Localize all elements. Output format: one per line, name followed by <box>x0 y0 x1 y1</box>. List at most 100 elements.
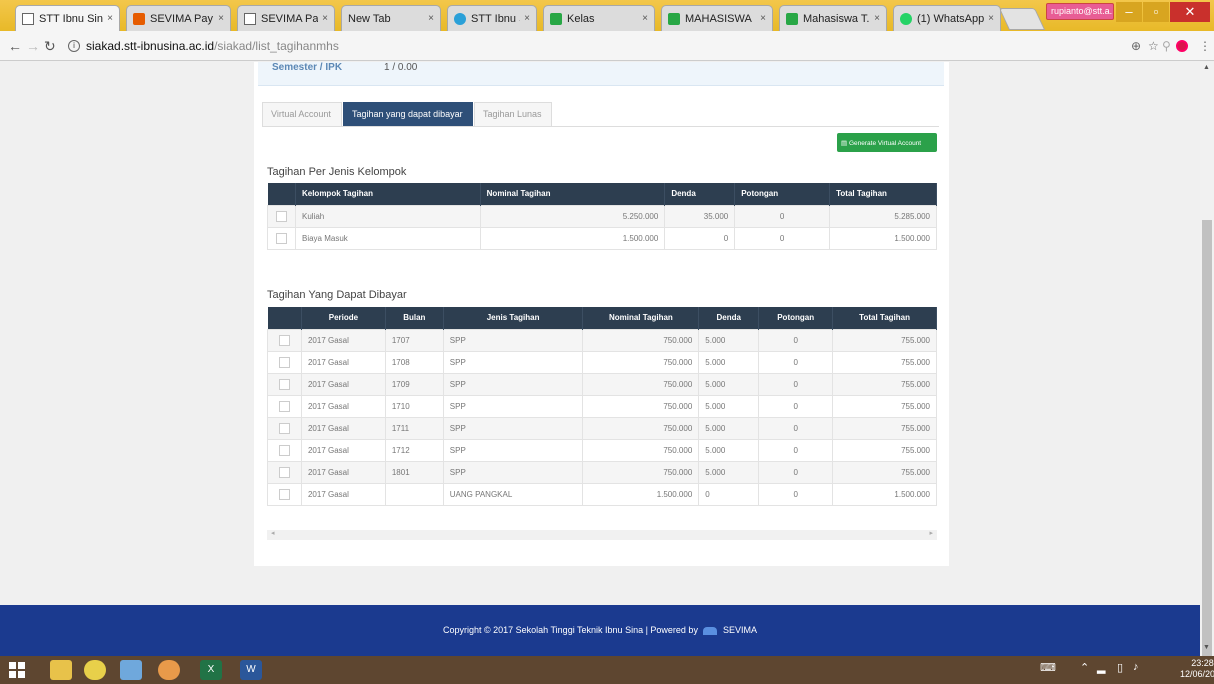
browser-tab[interactable]: (1) WhatsApp × <box>893 5 1001 31</box>
section-title-kelompok: Tagihan Per Jenis Kelompok <box>267 166 407 178</box>
tab-close-icon[interactable]: × <box>107 13 113 24</box>
browser-tab[interactable]: STT Ibnu Sina× <box>15 5 120 31</box>
table-horizontal-scrollbar[interactable]: ◂ ▸ <box>267 530 937 540</box>
browser-tab[interactable]: Mahasiswa T.I × <box>779 5 887 31</box>
row-checkbox[interactable] <box>275 232 287 244</box>
cell-nominal: 750.000 <box>582 372 700 396</box>
cell-total: 5.285.000 <box>829 204 937 228</box>
user-profile-chip[interactable]: rupianto@stt.a... <box>1046 3 1114 20</box>
cell-jenis: SPP <box>442 438 584 462</box>
system-clock[interactable]: 23:28 12/06/2017 <box>1180 658 1214 680</box>
tab-close-icon[interactable]: × <box>760 13 766 24</box>
info-icon[interactable]: i <box>68 40 80 52</box>
cell-denda: 5.000 <box>698 328 760 352</box>
cell-jenis: SPP <box>442 394 584 418</box>
browser-tab[interactable]: MAHASISWA × <box>661 5 773 31</box>
row-checkbox[interactable] <box>278 378 290 390</box>
row-select-cell <box>267 226 296 250</box>
chrome-icon[interactable] <box>84 660 106 680</box>
search-icon[interactable]: ⚲ <box>1162 39 1171 53</box>
tab-close-icon[interactable]: × <box>524 13 530 24</box>
cell-periode: 2017 Gasal <box>300 460 386 484</box>
clock-time: 23:28 <box>1191 658 1214 668</box>
scroll-right-icon[interactable]: ▸ <box>929 529 933 537</box>
cell-nominal: 5.250.000 <box>479 204 666 228</box>
row-checkbox[interactable] <box>278 466 290 478</box>
row-checkbox[interactable] <box>278 334 290 346</box>
browser-tab-bar: STT Ibnu Sina×SEVIMA Pay -×SEVIMA Pay -×… <box>0 0 1214 31</box>
cell-total: 755.000 <box>832 460 937 484</box>
semester-ipk-value: 1 / 0.00 <box>384 62 418 73</box>
cell-bulan: 1712 <box>384 438 444 462</box>
zoom-icon[interactable]: ⊕ <box>1131 39 1141 53</box>
cell-denda: 5.000 <box>698 394 760 418</box>
scrollbar-thumb[interactable] <box>1202 220 1212 656</box>
page-vertical-scrollbar[interactable]: ▲ ▼ <box>1200 62 1214 656</box>
cell-potongan: 0 <box>758 394 834 418</box>
minimize-icon[interactable]: – <box>1116 2 1142 22</box>
cell-potongan: 0 <box>758 416 834 440</box>
row-checkbox[interactable] <box>278 356 290 368</box>
cell-jenis: SPP <box>442 460 584 484</box>
scroll-left-icon[interactable]: ◂ <box>271 529 275 537</box>
browser-tab[interactable]: SEVIMA Pay -× <box>237 5 335 31</box>
back-icon[interactable]: ← <box>8 38 22 54</box>
browser-tab[interactable]: Kelas × <box>543 5 655 31</box>
tray-arrow-icon[interactable]: ⌃ <box>1080 661 1089 674</box>
word-icon[interactable]: W <box>240 660 262 680</box>
tab-close-icon[interactable]: × <box>218 13 224 24</box>
green-icon <box>786 12 798 25</box>
column-header: Periode <box>301 307 386 329</box>
browser-tab[interactable]: SEVIMA Pay -× <box>126 5 231 31</box>
battery-icon[interactable]: ▯ <box>1117 661 1123 674</box>
tab-close-icon[interactable]: × <box>988 13 994 24</box>
column-header: Potongan <box>758 307 834 329</box>
menu-icon[interactable]: ⋮ <box>1199 39 1211 53</box>
chrome-active-icon[interactable] <box>158 660 180 680</box>
scroll-up-icon[interactable]: ▲ <box>1203 64 1210 71</box>
cell-denda: 35.000 <box>664 204 736 228</box>
url-input[interactable]: i siakad.stt-ibnusina.ac.id /siakad/list… <box>62 35 1082 57</box>
file-explorer-icon[interactable] <box>50 660 72 680</box>
windows-start-icon[interactable] <box>9 662 25 678</box>
row-checkbox[interactable] <box>278 400 290 412</box>
document-icon <box>22 12 34 25</box>
tab-virtual-account[interactable]: Virtual Account <box>262 102 342 126</box>
tab-close-icon[interactable]: × <box>642 13 648 24</box>
maximize-icon[interactable]: ▫ <box>1143 2 1169 22</box>
scroll-down-icon[interactable]: ▼ <box>1203 644 1210 651</box>
section-title-dapat-dibayar: Tagihan Yang Dapat Dibayar <box>267 289 407 301</box>
row-checkbox[interactable] <box>275 210 287 222</box>
extension-icon[interactable] <box>1176 40 1188 52</box>
volume-icon[interactable]: ♪ <box>1133 661 1139 673</box>
tab-tagihan-dapat-dibayar[interactable]: Tagihan yang dapat dibayar <box>343 102 473 126</box>
tab-close-icon[interactable]: × <box>428 13 434 24</box>
bookmark-star-icon[interactable]: ☆ <box>1148 39 1159 53</box>
tab-tagihan-lunas[interactable]: Tagihan Lunas <box>474 102 552 126</box>
row-checkbox[interactable] <box>278 422 290 434</box>
excel-icon[interactable]: X <box>200 660 222 680</box>
close-window-icon[interactable]: ✕ <box>1170 2 1210 22</box>
cell-jenis: SPP <box>442 328 584 352</box>
network-icon[interactable]: ▂ <box>1097 661 1105 674</box>
cell-potongan: 0 <box>758 350 834 374</box>
semester-ipk-label: Semester / IPK <box>272 62 343 73</box>
row-select-cell <box>267 482 302 506</box>
row-checkbox[interactable] <box>278 444 290 456</box>
tab-close-icon[interactable]: × <box>874 13 880 24</box>
forward-icon[interactable]: → <box>26 38 40 54</box>
row-checkbox[interactable] <box>278 488 290 500</box>
column-header: Potongan <box>734 183 831 205</box>
generate-virtual-account-button[interactable]: ▤ Generate Virtual Account <box>837 133 937 152</box>
table-tagihan-kelompok: Kelompok Tagihan Nominal Tagihan Denda Poto… <box>267 183 937 250</box>
cell-jenis: SPP <box>442 350 584 374</box>
page-footer: Copyright © 2017 Sekolah Tinggi Teknik I… <box>0 605 1200 656</box>
app-icon[interactable] <box>120 660 142 680</box>
browser-tab[interactable]: STT Ibnu Sina× <box>447 5 537 31</box>
cell-total: 1.500.000 <box>832 482 937 506</box>
student-info-box: Semester / IPK 1 / 0.00 <box>258 62 944 86</box>
keyboard-icon[interactable]: ⌨ <box>1040 661 1056 674</box>
tab-close-icon[interactable]: × <box>322 13 328 24</box>
reload-icon[interactable]: ↻ <box>44 38 56 55</box>
browser-tab[interactable]: New Tab × <box>341 5 441 31</box>
